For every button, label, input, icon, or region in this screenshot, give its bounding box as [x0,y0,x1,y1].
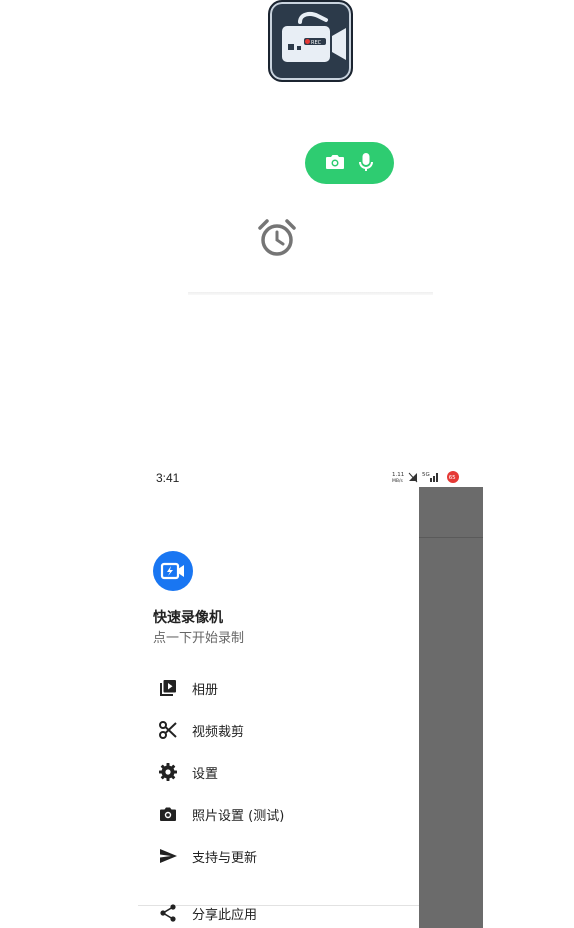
battery-level: 65 [449,475,456,481]
microphone-icon [359,153,373,171]
menu-item-settings[interactable]: 设置 [138,751,419,793]
menu-item-label: 支持与更新 [192,851,258,866]
underlying-appbar [419,487,483,538]
app-logo: REC [268,0,353,82]
camera-icon [160,807,176,821]
drawer-app-name: 快速录像机 [153,610,223,626]
drawer-scrim[interactable] [419,487,483,928]
flash-video-camera-icon [160,562,184,580]
menu-item-share-app[interactable]: 分享此应用 [138,892,419,928]
menu-item-label: 设置 [192,767,219,782]
app-avatar [153,551,193,591]
alarm-clock-icon [258,219,296,256]
net-speed-top: 1.11 [392,472,404,478]
promo-divider [188,292,433,295]
video-camera-rec-icon: REC [282,12,346,62]
menu-item-gallery[interactable]: 相册 [138,667,419,709]
menu-item-label: 相册 [192,683,219,698]
status-time: 3:41 [156,471,180,485]
menu-item-label: 视频裁剪 [192,725,245,740]
status-icons: 1.11 MB/s 5G 65 [392,471,459,484]
net-type: 5G [422,472,430,478]
signal-bars-icon [430,473,438,482]
camera-mic-pill [305,142,394,184]
menu-item-label: 分享此应用 [192,908,258,923]
menu-item-support-update[interactable]: 支持与更新 [138,835,419,877]
gear-icon [159,763,177,781]
status-bar: 3:41 1.11 MB/s 5G 65 [138,464,483,488]
menu-item-label: 照片设置 (测试) [192,809,285,824]
drawer-subtitle: 点一下开始录制 [153,631,245,646]
logo-rec-text: REC [311,40,322,46]
battery-icon: 65 [447,471,459,483]
net-speed-bottom: MB/s [392,478,403,484]
video-library-icon [160,680,176,696]
share-icon [160,904,176,922]
phone-screenshot: 3:41 1.11 MB/s 5G 65 快速录像机 点一下开始录制 相册 视频… [138,464,483,928]
camera-icon [326,155,344,169]
navigation-drawer: 快速录像机 点一下开始录制 相册 视频裁剪 设置 照片设置 (测试) 支持与更新… [138,487,419,928]
send-icon [160,849,177,863]
menu-item-photo-settings[interactable]: 照片设置 (测试) [138,793,419,835]
menu-item-video-trim[interactable]: 视频裁剪 [138,709,419,751]
scissors-icon [159,721,177,739]
